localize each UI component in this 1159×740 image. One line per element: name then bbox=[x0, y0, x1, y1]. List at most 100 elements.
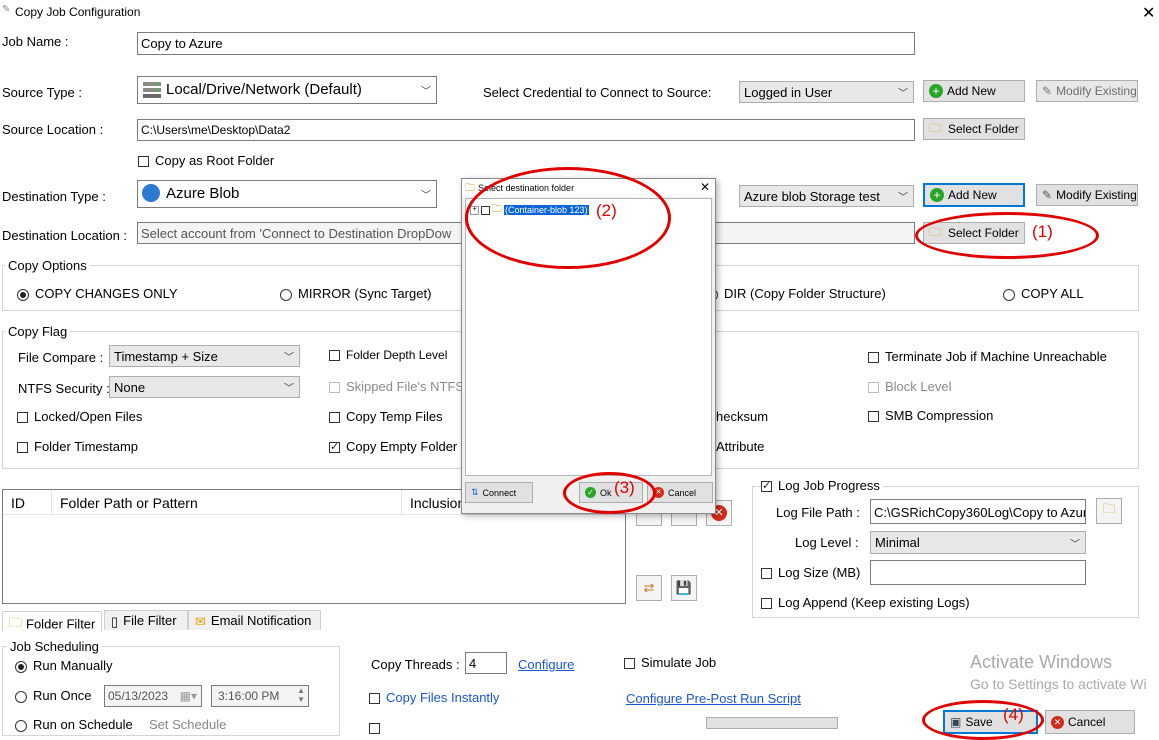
folder-timestamp-checkbox[interactable]: Folder Timestamp bbox=[17, 439, 138, 454]
chevron-down-icon: ﹀ bbox=[421, 86, 431, 98]
dialog-connect-button[interactable]: ⇅ Connect bbox=[465, 482, 533, 503]
checkbox-box bbox=[329, 350, 340, 362]
destination-credential-value: Azure blob Storage test bbox=[744, 189, 880, 204]
log-browse-button[interactable]: 🗀 bbox=[1096, 498, 1122, 524]
copy-instantly-label: Copy Files Instantly bbox=[386, 690, 500, 705]
destination-select-folder-button[interactable]: 🗀 Select Folder bbox=[923, 222, 1025, 244]
import-filter-button[interactable]: ⇄ bbox=[636, 575, 662, 601]
checkbox-box bbox=[761, 479, 772, 493]
import-icon: ⇄ bbox=[643, 580, 655, 595]
mirror-radio[interactable]: MIRROR (Sync Target) bbox=[280, 286, 431, 301]
source-add-new-label: Add New bbox=[947, 84, 996, 98]
close-icon[interactable]: ✕ bbox=[1142, 3, 1155, 23]
source-modify-existing-button[interactable]: ✎ Modify Existing bbox=[1036, 80, 1138, 102]
run-once-radio[interactable]: Run Once bbox=[15, 688, 92, 703]
log-size-label: Log Size (MB) bbox=[778, 565, 861, 580]
run-once-date-input[interactable]: 05/13/2023 ▦▾ bbox=[104, 685, 202, 707]
source-type-label: Source Type : bbox=[2, 85, 82, 100]
chevron-down-icon: ﹀ bbox=[421, 190, 431, 202]
log-file-path-label: Log File Path : bbox=[776, 505, 860, 520]
locked-open-checkbox[interactable]: Locked/Open Files bbox=[17, 409, 142, 424]
cancel-button[interactable]: ✕ Cancel bbox=[1045, 710, 1135, 734]
source-credential-select[interactable]: Logged in User ﹀ bbox=[739, 81, 914, 103]
copy-threads-input[interactable]: 4 bbox=[465, 652, 507, 674]
checkbox-box bbox=[624, 658, 635, 670]
simulate-job-checkbox[interactable]: Simulate Job bbox=[624, 655, 716, 670]
configure-link[interactable]: Configure bbox=[518, 657, 574, 672]
add-icon: + bbox=[930, 188, 944, 202]
dialog-close-icon[interactable]: ✕ bbox=[700, 180, 710, 194]
copy-all-radio[interactable]: COPY ALL bbox=[1003, 286, 1084, 301]
copy-all-label: COPY ALL bbox=[1021, 286, 1084, 301]
app-icon: ✎ bbox=[2, 4, 11, 15]
source-add-new-button[interactable]: + Add New bbox=[923, 80, 1025, 102]
tab-folder-filter-label: Folder Filter bbox=[26, 616, 96, 632]
terminate-job-checkbox[interactable]: Terminate Job if Machine Unreachable bbox=[868, 349, 1107, 364]
file-compare-select[interactable]: Timestamp + Size ﹀ bbox=[109, 345, 300, 367]
copy-temp-label: Copy Temp Files bbox=[346, 409, 443, 424]
radio-dot bbox=[15, 719, 27, 732]
skipped-files-checkbox[interactable]: Skipped File's NTFS bbox=[329, 379, 464, 394]
add-icon: + bbox=[929, 84, 943, 98]
destination-select-folder-label: Select Folder bbox=[948, 226, 1019, 240]
source-modify-existing-label: Modify Existing bbox=[1056, 84, 1137, 98]
folder-depth-checkbox[interactable]: Folder Depth Level bbox=[329, 348, 447, 362]
dir-radio[interactable]: DIR (Copy Folder Structure) bbox=[712, 286, 886, 301]
source-credential-value: Logged in User bbox=[744, 85, 833, 100]
source-type-select[interactable]: Local/Drive/Network (Default) ﹀ bbox=[137, 76, 437, 104]
log-level-value: Minimal bbox=[875, 535, 920, 550]
run-manually-radio[interactable]: Run Manually bbox=[15, 658, 113, 673]
pre-post-script-link[interactable]: Configure Pre-Post Run Script bbox=[626, 691, 801, 706]
destination-add-new-button[interactable]: + Add New bbox=[923, 183, 1025, 207]
tab-file-filter[interactable]: ▯ File Filter bbox=[104, 610, 188, 630]
col-inclusion: Inclusion bbox=[410, 495, 466, 511]
job-name-input[interactable]: Copy to Azure bbox=[137, 32, 915, 55]
log-level-select[interactable]: Minimal ﹀ bbox=[870, 531, 1086, 554]
activate-windows-subtitle: Go to Settings to activate Wi bbox=[970, 676, 1147, 692]
copy-instantly-checkbox[interactable]: Copy Files Instantly bbox=[369, 690, 499, 705]
mirror-label: MIRROR (Sync Target) bbox=[298, 286, 432, 301]
copy-as-root-checkbox[interactable]: Copy as Root Folder bbox=[138, 153, 274, 168]
log-append-checkbox[interactable]: Log Append (Keep existing Logs) bbox=[761, 595, 970, 610]
log-size-input[interactable] bbox=[870, 560, 1086, 585]
simulate-job-label: Simulate Job bbox=[641, 655, 717, 670]
log-size-checkbox[interactable]: Log Size (MB) bbox=[761, 565, 860, 580]
copy-threads-label: Copy Threads : bbox=[371, 657, 460, 672]
file-compare-label: File Compare : bbox=[18, 350, 104, 365]
smb-compression-label: SMB Compression bbox=[885, 408, 994, 423]
save-filter-button[interactable]: 💾 bbox=[671, 575, 697, 601]
ntfs-security-select[interactable]: None ﹀ bbox=[109, 376, 300, 398]
disk-icon: 💾 bbox=[675, 580, 693, 595]
destination-modify-existing-button[interactable]: ✎ Modify Existing bbox=[1036, 184, 1138, 206]
log-progress-checkbox[interactable]: Log Job Progress bbox=[761, 478, 883, 493]
hidden-button[interactable] bbox=[706, 717, 838, 729]
copy-temp-checkbox[interactable]: Copy Temp Files bbox=[329, 409, 443, 424]
source-select-folder-label: Select Folder bbox=[948, 122, 1019, 136]
run-once-time-input[interactable]: 3:16:00 PM ▲ ▼ bbox=[211, 685, 309, 707]
source-select-folder-button[interactable]: 🗀 Select Folder bbox=[923, 118, 1025, 140]
dialog-ok-label: Ok bbox=[600, 487, 612, 498]
checksum-label: hecksum bbox=[716, 409, 769, 424]
dialog-cancel-button[interactable]: ✕ Cancel bbox=[647, 482, 713, 503]
hidden-checkbox[interactable] bbox=[369, 720, 386, 735]
calendar-icon: ▦▾ bbox=[179, 689, 197, 703]
tab-folder-filter[interactable]: 🗀 Folder Filter bbox=[2, 611, 102, 631]
tree-checkbox[interactable] bbox=[481, 206, 490, 215]
copy-changes-only-radio[interactable]: COPY CHANGES ONLY bbox=[17, 286, 178, 301]
log-file-path-input[interactable]: C:\GSRichCopy360Log\Copy to Azur bbox=[870, 499, 1086, 524]
source-location-input[interactable]: C:\Users\me\Desktop\Data2 bbox=[137, 119, 915, 141]
block-level-checkbox[interactable]: Block Level bbox=[868, 379, 951, 394]
col-divider bbox=[401, 490, 402, 514]
tree-item[interactable]: + 🗀 (Container-blob 123) bbox=[470, 202, 589, 219]
folder-timestamp-label: Folder Timestamp bbox=[34, 439, 139, 454]
smb-compression-checkbox[interactable]: SMB Compression bbox=[868, 408, 993, 423]
tab-email-notification[interactable]: ✉ Email Notification bbox=[188, 610, 321, 630]
destination-type-select[interactable]: Azure Blob ﹀ bbox=[137, 180, 437, 208]
locked-open-label: Locked/Open Files bbox=[34, 409, 143, 424]
copy-empty-checkbox[interactable]: Copy Empty Folder bbox=[329, 439, 457, 454]
annotation-label-4: (4) bbox=[1003, 705, 1024, 724]
dir-label: DIR (Copy Folder Structure) bbox=[724, 286, 886, 301]
folder-tree[interactable]: + 🗀 (Container-blob 123) bbox=[465, 198, 712, 476]
destination-credential-select[interactable]: Azure blob Storage test ﹀ bbox=[739, 185, 914, 207]
radio-dot bbox=[280, 288, 292, 301]
